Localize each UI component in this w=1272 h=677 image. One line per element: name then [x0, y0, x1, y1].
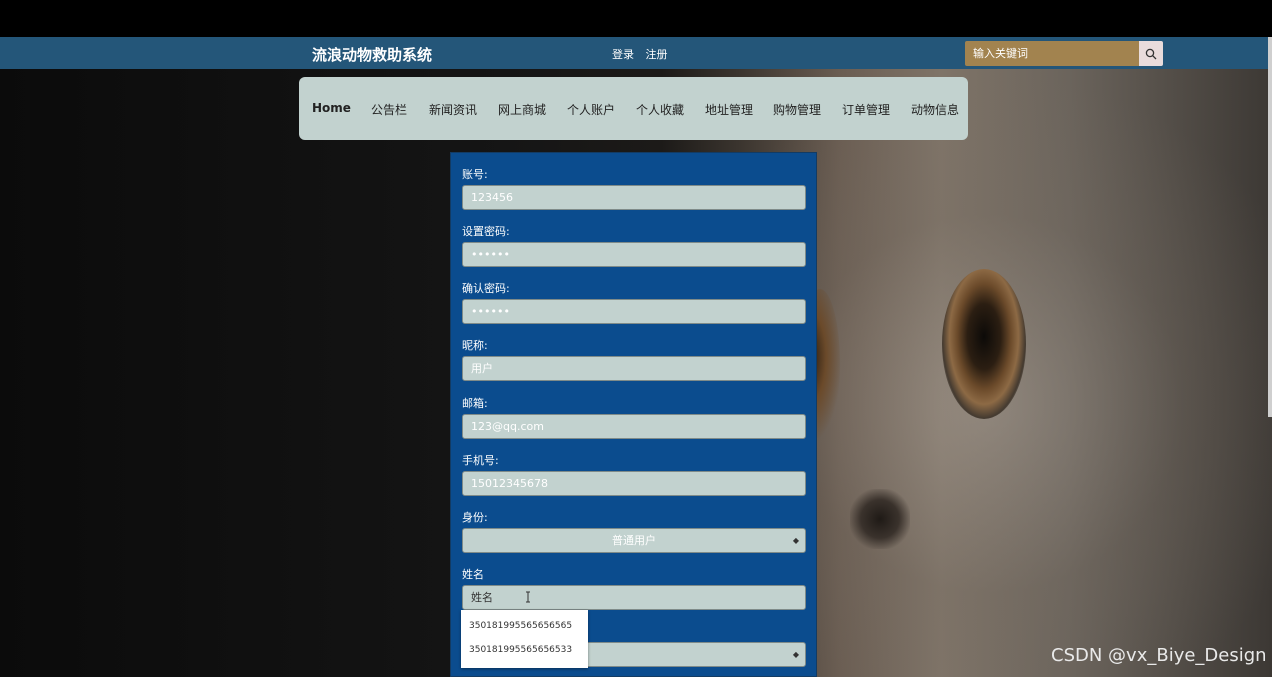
nav-item-cart[interactable]: 购物管理: [773, 101, 821, 118]
nickname-label: 昵称:: [462, 339, 488, 352]
search-box: 输入关键词: [965, 41, 1163, 66]
select-arrow-icon: ◆: [792, 536, 799, 545]
search-icon: [1145, 48, 1157, 59]
register-form: 账号: 123456 设置密码: •••••• 确认密码: •••••• 昵称:…: [450, 152, 817, 677]
main-nav: Home 公告栏 新闻资讯 网上商城 个人账户 个人收藏 地址管理 购物管理 订…: [299, 77, 968, 140]
nav-item-account[interactable]: 个人账户: [567, 101, 615, 118]
page-scrollbar[interactable]: [1268, 37, 1272, 417]
account-input[interactable]: 123456: [462, 185, 806, 210]
login-link[interactable]: 登录: [612, 48, 634, 61]
nav-item-home[interactable]: Home: [312, 101, 351, 115]
role-select[interactable]: 普通用户 ◆: [462, 528, 806, 553]
text-cursor-icon: [524, 588, 532, 603]
search-button[interactable]: [1139, 41, 1163, 66]
auth-links: 登录 注册: [612, 46, 676, 62]
autocomplete-item[interactable]: 350181995565656533: [469, 645, 572, 655]
register-link[interactable]: 注册: [646, 48, 668, 61]
nav-item-animals[interactable]: 动物信息: [911, 101, 959, 118]
nav-item-favorites[interactable]: 个人收藏: [636, 101, 684, 118]
nickname-input[interactable]: 用户: [462, 356, 806, 381]
autocomplete-dropdown: 350181995565656565 350181995565656533: [461, 610, 588, 668]
nav-item-shop[interactable]: 网上商城: [498, 101, 546, 118]
cat-nose: [850, 489, 910, 549]
phone-label: 手机号:: [462, 454, 499, 467]
nav-item-notice[interactable]: 公告栏: [371, 101, 407, 118]
password-input[interactable]: ••••••: [462, 242, 806, 267]
role-label: 身份:: [462, 511, 488, 524]
role-select-value: 普通用户: [612, 534, 656, 547]
nav-item-address[interactable]: 地址管理: [705, 101, 753, 118]
nav-item-orders[interactable]: 订单管理: [842, 101, 890, 118]
select-arrow-icon: ◆: [792, 650, 799, 659]
phone-input[interactable]: 15012345678: [462, 471, 806, 496]
confirm-password-input[interactable]: ••••••: [462, 299, 806, 324]
watermark-text: CSDN @vx_Biye_Design: [1051, 645, 1267, 666]
name-label: 姓名: [462, 568, 484, 581]
nav-item-news[interactable]: 新闻资讯: [429, 101, 477, 118]
search-input[interactable]: 输入关键词: [965, 41, 1139, 66]
name-input[interactable]: 姓名: [462, 585, 806, 610]
account-label: 账号:: [462, 168, 488, 181]
email-label: 邮箱:: [462, 397, 488, 410]
site-title: 流浪动物救助系统: [312, 46, 433, 64]
autocomplete-item[interactable]: 350181995565656565: [469, 621, 572, 631]
top-black-bar: [0, 0, 1272, 37]
password-label: 设置密码:: [462, 225, 510, 238]
email-input[interactable]: 123@qq.com: [462, 414, 806, 439]
cat-eye-right: [942, 269, 1026, 419]
confirm-password-label: 确认密码:: [462, 282, 510, 295]
